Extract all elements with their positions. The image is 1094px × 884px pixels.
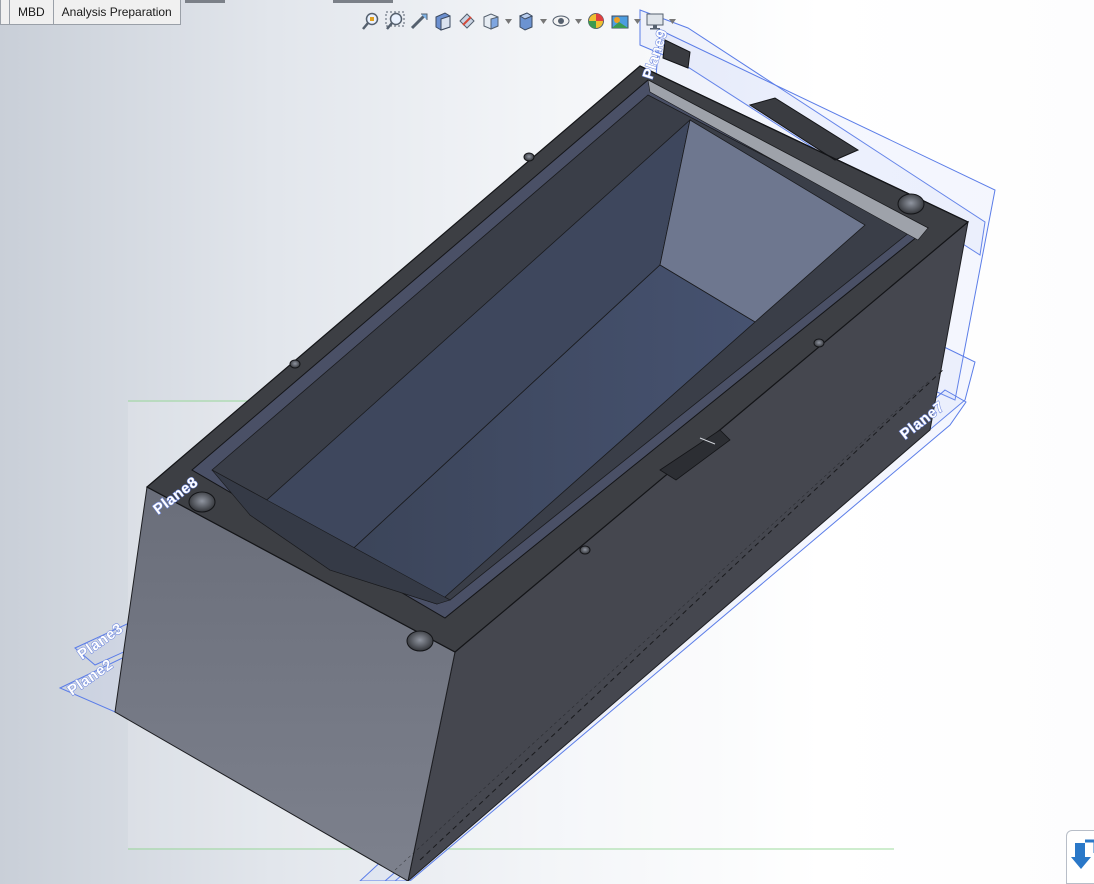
tab-mbd[interactable]: MBD — [9, 0, 54, 25]
pin-hole-4 — [579, 545, 591, 555]
window-top-strip — [185, 0, 225, 3]
hole-2 — [406, 630, 434, 652]
solidworks-logo-icon[interactable] — [1066, 830, 1094, 884]
display-style-dropdown-icon[interactable] — [539, 10, 548, 32]
pin-hole-1 — [523, 152, 535, 162]
dynamic-annotation-views-icon[interactable] — [456, 10, 478, 32]
hide-show-items-icon[interactable] — [550, 10, 572, 32]
section-view-icon[interactable] — [432, 10, 454, 32]
apply-scene-dropdown-icon[interactable] — [633, 10, 642, 32]
model-view[interactable]: Plane9 Plane8 Plane3 Plane2 Plane7 — [0, 0, 1094, 881]
view-settings-dropdown-icon[interactable] — [668, 10, 677, 32]
tab-analysis-preparation[interactable]: Analysis Preparation — [52, 0, 181, 25]
hide-show-items-dropdown-icon[interactable] — [574, 10, 583, 32]
graphics-area[interactable]: Plane9 Plane8 Plane3 Plane2 Plane7 — [0, 0, 1094, 881]
previous-view-icon[interactable] — [408, 10, 430, 32]
hole-3 — [897, 193, 925, 215]
pin-hole-3 — [813, 338, 825, 348]
view-settings-icon[interactable] — [644, 10, 666, 32]
window-top-strip-2 — [333, 0, 393, 3]
view-orientation-icon[interactable] — [480, 10, 502, 32]
zoom-to-fit-icon[interactable] — [360, 10, 382, 32]
hole-1 — [188, 491, 216, 513]
apply-scene-icon[interactable] — [609, 10, 631, 32]
zoom-to-area-icon[interactable] — [384, 10, 406, 32]
view-orientation-dropdown-icon[interactable] — [504, 10, 513, 32]
pin-hole-2 — [289, 359, 301, 369]
display-style-icon[interactable] — [515, 10, 537, 32]
edit-appearance-icon[interactable] — [585, 10, 607, 32]
heads-up-view-toolbar — [360, 8, 677, 34]
command-manager-tabs: MBD Analysis Preparation — [0, 0, 181, 27]
